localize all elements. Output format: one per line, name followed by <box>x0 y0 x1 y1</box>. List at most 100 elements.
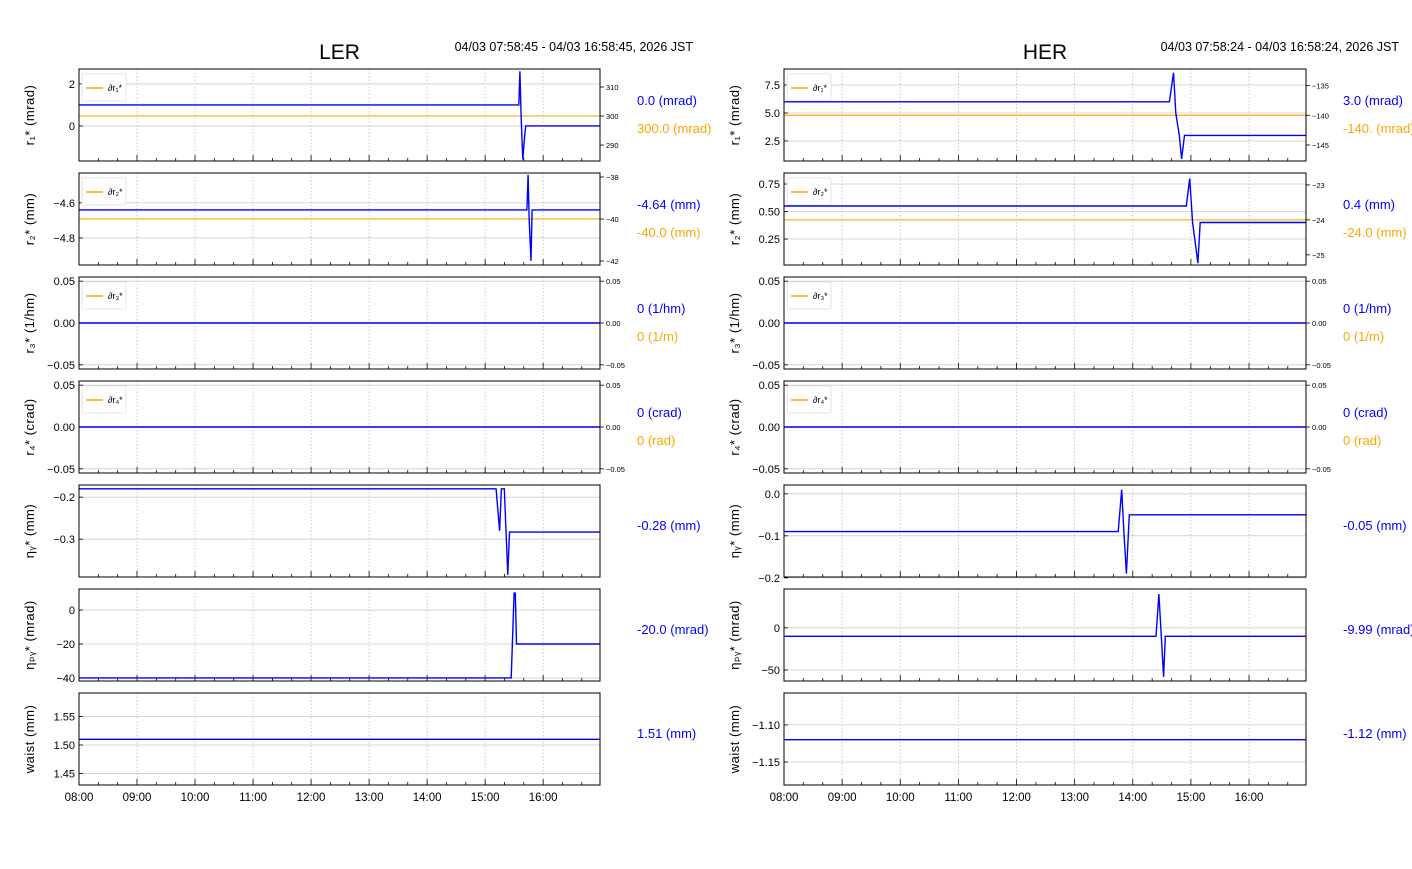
x-tick-label: 08:00 <box>65 792 94 804</box>
right-y-tick-label: −0.05 <box>606 465 625 474</box>
y-tick-label: 0.0 <box>765 489 780 501</box>
y-tick-label: 0.05 <box>759 276 780 288</box>
value-label: -0.28 (mm) <box>637 518 701 533</box>
value-label: 0 (crad) <box>1343 405 1388 420</box>
plot-area <box>79 485 600 577</box>
value-label: 0.4 (mm) <box>1343 197 1395 212</box>
chart-ler: LER 04/03 07:58:45 - 04/03 16:58:45, 2026… <box>22 40 711 804</box>
right-y-tick-label: −38 <box>606 173 619 182</box>
y-tick-label: 0.05 <box>54 380 75 392</box>
y-tick-label: 1.45 <box>54 769 75 781</box>
x-tick-label: 11:00 <box>944 792 972 804</box>
right-y-tick-label: −0.05 <box>1312 361 1331 370</box>
y-axis-label: r₃* (1/hm) <box>727 293 742 354</box>
value-label: -9.99 (mrad) <box>1343 622 1412 637</box>
value-label: 0 (1/m) <box>637 329 678 344</box>
y-tick-label: 0.05 <box>759 380 780 392</box>
right-y-tick-label: 0.00 <box>1312 319 1327 328</box>
panel-2: 0.25 0.50 0.75 −25 −24 −23 ∂r₂* r₂* (mm) 0.4 (mm… <box>727 172 1407 266</box>
x-tick-label: 12:00 <box>1002 792 1031 804</box>
right-y-tick-label: 0.05 <box>1312 277 1327 286</box>
panel-7: −1.15 −1.10 waist (mm) -1.12 (mm) <box>727 692 1407 786</box>
legend-label: ∂r₂* <box>108 187 123 197</box>
panel-5: −0.2 −0.1 0.0 ηᵧ* (mm) -0.05 (mm) <box>727 484 1407 585</box>
legend: ∂r₁* <box>786 73 832 102</box>
right-y-tick-label: −42 <box>606 257 619 266</box>
y-tick-label: 0.50 <box>759 207 780 219</box>
x-tick-label: 10:00 <box>886 792 915 804</box>
y-axis-label: ηᵧ* (mm) <box>727 504 742 558</box>
y-tick-label: −1.15 <box>752 757 780 769</box>
value-label: 0 (crad) <box>637 405 682 420</box>
value-label: 3.0 (mrad) <box>1343 93 1403 108</box>
panel-2: −4.8 −4.6 −42 −40 −38 ∂r₂* r₂* (mm) -4.64 (mm) -… <box>22 172 701 266</box>
right-y-tick-label: −25 <box>1312 251 1325 260</box>
y-tick-label: 0.75 <box>759 179 780 191</box>
y-tick-label: −4.6 <box>53 198 75 210</box>
y-tick-label: 0.05 <box>54 276 75 288</box>
value-label: -20.0 (mrad) <box>637 622 709 637</box>
y-axis-label: r₂* (mm) <box>22 193 37 245</box>
plot-area <box>784 173 1306 265</box>
plot-area <box>79 589 600 681</box>
right-y-tick-label: 0.00 <box>1312 423 1327 432</box>
right-y-tick-label: 0.05 <box>606 381 621 390</box>
y-tick-label: 1.55 <box>54 711 75 723</box>
chart-title: HER <box>1023 41 1067 64</box>
chart-title: LER <box>319 41 360 64</box>
x-tick-label: 09:00 <box>828 792 857 804</box>
y-tick-label: −0.05 <box>47 464 75 476</box>
chart-her: HER 04/03 07:58:24 - 04/03 16:58:24, 2026… <box>727 40 1412 804</box>
right-y-tick-label: −145 <box>1312 141 1329 150</box>
right-y-tick-label: 0.00 <box>606 319 621 328</box>
panel-1: 2.5 5.0 7.5 −145 −140 −135 ∂r₁* r₁* (mrad) 3.0 (… <box>727 68 1412 162</box>
y-tick-label: −40 <box>56 673 75 685</box>
value-label: -40.0 (mm) <box>637 225 701 240</box>
y-tick-label: 0 <box>69 605 75 617</box>
right-y-tick-label: −24 <box>1312 216 1325 225</box>
y-tick-label: −50 <box>761 665 780 677</box>
y-tick-label: −0.1 <box>758 531 780 543</box>
legend: ∂r₁* <box>81 73 127 102</box>
value-label: 0.0 (mrad) <box>637 93 697 108</box>
panel-1: 0 2 290 300 310 ∂r₁* r₁* (mrad) 0.0 (mrad) 300.0… <box>22 68 711 162</box>
time-range-label: 04/03 07:58:24 - 04/03 16:58:24, 2026 JS… <box>1161 40 1400 54</box>
value-label: 0 (rad) <box>637 433 675 448</box>
panel-4: −0.05 0.00 0.05 −0.05 0.00 0.05 ∂r₄* r₄* (crad)… <box>22 380 682 476</box>
x-tick-label: 15:00 <box>1177 792 1206 804</box>
value-label: -24.0 (mm) <box>1343 225 1407 240</box>
y-tick-label: −20 <box>56 639 75 651</box>
plot-area <box>784 589 1306 681</box>
y-tick-label: −0.3 <box>53 534 75 546</box>
right-y-tick-label: −23 <box>1312 181 1325 190</box>
y-tick-label: 5.0 <box>765 108 780 120</box>
legend-label: ∂r₄* <box>813 395 828 405</box>
y-tick-label: 2 <box>69 79 75 91</box>
y-axis-label: r₂* (mm) <box>727 193 742 245</box>
value-label: 1.51 (mm) <box>637 726 696 741</box>
panel-3: −0.05 0.00 0.05 −0.05 0.00 0.05 ∂r₃* r₃* (1/hm)… <box>727 276 1391 372</box>
x-tick-label: 14:00 <box>1118 792 1147 804</box>
y-tick-label: −0.05 <box>47 360 75 372</box>
y-tick-label: 7.5 <box>765 80 780 92</box>
y-tick-label: 0.00 <box>759 422 780 434</box>
panel-7: 1.45 1.50 1.55 waist (mm) 1.51 (mm) <box>22 692 696 786</box>
x-tick-label: 13:00 <box>1060 792 1089 804</box>
time-range-label: 04/03 07:58:45 - 04/03 16:58:45, 2026 JS… <box>455 40 694 54</box>
right-y-tick-label: −140 <box>1312 111 1329 120</box>
y-tick-label: −1.10 <box>752 720 780 732</box>
legend: ∂r₃* <box>786 281 832 310</box>
legend-label: ∂r₄* <box>108 395 123 405</box>
y-tick-label: −0.2 <box>53 492 75 504</box>
panel-6: −50 0 ηₚᵧ* (mrad) -9.99 (mrad) <box>727 588 1412 682</box>
right-y-tick-label: −135 <box>1312 82 1329 91</box>
y-axis-label: ηᵧ* (mm) <box>22 504 37 558</box>
value-label: 300.0 (mrad) <box>637 121 711 136</box>
value-label: -1.12 (mm) <box>1343 726 1407 741</box>
panel-4: −0.05 0.00 0.05 −0.05 0.00 0.05 ∂r₄* r₄* (crad)… <box>727 380 1388 476</box>
legend-label: ∂r₃* <box>108 291 123 301</box>
panel-6: −40 −20 0 ηₚᵧ* (mrad) -20.0 (mrad) <box>22 588 709 685</box>
legend: ∂r₃* <box>81 281 127 310</box>
y-tick-label: 0 <box>774 623 780 635</box>
y-tick-label: −0.2 <box>758 573 780 585</box>
